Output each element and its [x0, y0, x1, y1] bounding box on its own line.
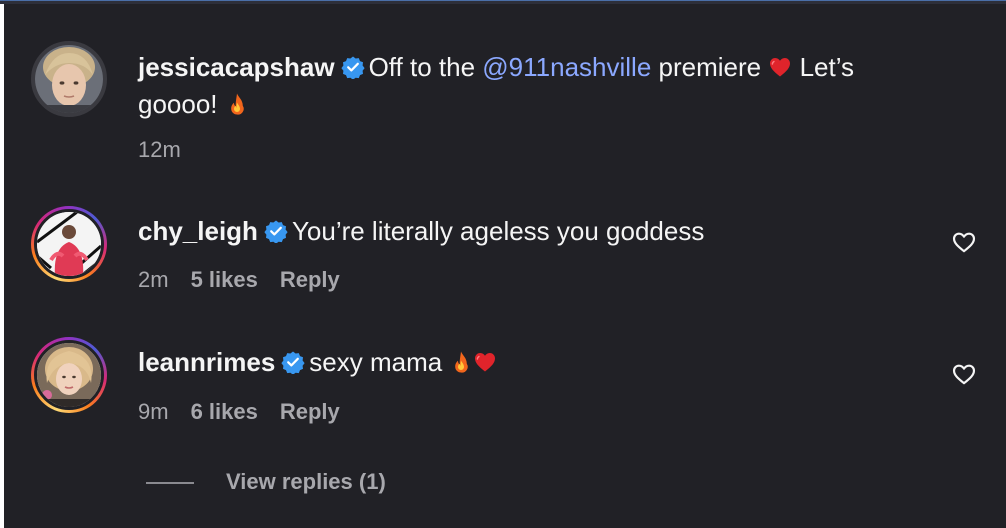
fire-emoji: [230, 93, 244, 115]
red-heart-emoji: [770, 58, 791, 77]
avatar-inner: [34, 340, 104, 410]
post-timestamp: 12m: [138, 137, 181, 162]
verified-badge-icon: [264, 220, 288, 243]
mention-link[interactable]: @911nashville: [482, 52, 651, 82]
comment-1-likes[interactable]: 5 likes: [191, 267, 258, 292]
comment-1-meta: 2m 5 likes Reply: [138, 266, 362, 294]
comment-1-reply-button[interactable]: Reply: [280, 267, 340, 292]
verified-badge-icon: [340, 56, 365, 79]
replies-divider: [146, 482, 194, 484]
red-heart-emoji: [475, 353, 496, 372]
top-border: [0, 0, 1006, 4]
avatar-photo-icon: [37, 343, 101, 407]
post-caption-line-1: jessicacapshaw Off to the @911nashville p…: [138, 49, 854, 85]
avatar-photo-icon: [37, 212, 101, 276]
heart-icon[interactable]: [951, 229, 977, 255]
fire-emoji: [455, 351, 469, 373]
window-edge: [0, 0, 4, 528]
post-meta: 12m: [138, 136, 203, 164]
comment-2-body: leannrimes sexy mama: [138, 344, 497, 380]
comment-1-body: chy_leigh You’re literally ageless you go…: [138, 213, 704, 249]
caption-text-mid: premiere: [651, 52, 769, 82]
caption-text-end: Let’s: [792, 52, 855, 82]
avatar-chy-leigh[interactable]: [31, 206, 107, 282]
comment-1-timestamp: 2m: [138, 267, 169, 292]
comment-1-text: You’re literally ageless you goddess: [291, 216, 705, 246]
avatar-inner: [34, 209, 104, 279]
avatar-jessicacapshaw[interactable]: [31, 41, 107, 117]
comment-2-timestamp: 9m: [138, 399, 169, 424]
post-caption-line-2: goooo!: [138, 86, 249, 122]
comments-panel: jessicacapshaw Off to the @911nashville p…: [0, 0, 1006, 528]
verified-badge-icon: [281, 351, 305, 374]
comment-2-meta: 9m 6 likes Reply: [138, 398, 362, 426]
view-replies-button[interactable]: View replies (1): [226, 468, 386, 496]
caption-text-line2: goooo!: [138, 89, 225, 119]
comment-2-reply-button[interactable]: Reply: [280, 399, 340, 424]
avatar-leannrimes[interactable]: [31, 337, 107, 413]
avatar-photo-icon: [35, 45, 103, 113]
post-username[interactable]: jessicacapshaw: [138, 52, 335, 82]
comment-2-text: sexy mama: [309, 347, 450, 377]
caption-text-start: Off to the: [368, 52, 483, 82]
heart-icon[interactable]: [951, 361, 977, 387]
comment-1-username[interactable]: chy_leigh: [138, 216, 258, 246]
comment-2-username[interactable]: leannrimes: [138, 347, 275, 377]
comment-2-likes[interactable]: 6 likes: [191, 399, 258, 424]
